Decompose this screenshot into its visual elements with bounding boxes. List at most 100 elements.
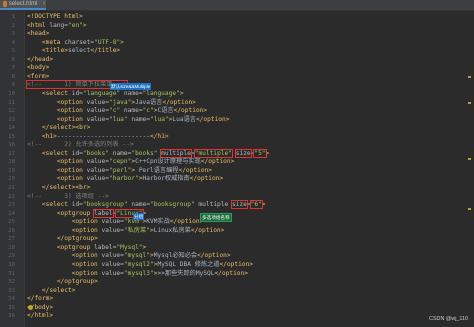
code-line[interactable]: 17 <select id="books" name="books" multi… [0, 148, 474, 158]
token-tag: > [261, 201, 266, 209]
token-tag: <option [56, 158, 83, 166]
code-line[interactable]: 11 <option value="java">Java语言</option> [0, 99, 474, 107]
line-number[interactable]: 12 [0, 107, 15, 115]
line-number[interactable]: 29 [0, 252, 15, 260]
code-line[interactable]: 25 <option value="kvm">KVM实战</option> [0, 218, 474, 226]
token-tag: <option [56, 98, 83, 106]
code-line[interactable]: 26 <option value="私房菜">Linux私房菜</option> [0, 227, 474, 235]
code-line[interactable]: 18 <option value="cepn">C++Cpn设计原理与实现</o… [0, 158, 474, 166]
line-number[interactable]: 11 [0, 99, 15, 107]
token-cmt: <!-- 2) 允许多选的列表 --> [27, 141, 134, 149]
line-number[interactable]: 26 [0, 227, 15, 235]
code-line[interactable]: 36 </html> [0, 312, 474, 320]
token-tag: <optgroup [56, 209, 91, 217]
code-line[interactable]: 9 <!-- 1) 简单下拉菜单 --> [0, 80, 474, 90]
line-number[interactable]: 35 [0, 304, 15, 312]
line-number[interactable]: 31 [0, 270, 15, 278]
code-line[interactable]: 30 <option value="mysql2">MySQL DBA 修炼之道… [0, 261, 474, 269]
code-line[interactable]: 10 <select id="language" name="language"… [0, 90, 474, 98]
code-line[interactable]: 27 </optgroup> [0, 235, 474, 243]
code-line[interactable]: 21 </select><br> [0, 184, 474, 192]
code-line[interactable]: 8 <form> [0, 73, 474, 81]
line-number[interactable]: 16 [0, 141, 15, 149]
code-line[interactable]: 13 <option value="lua" name="lua">Lua语言<… [0, 116, 474, 124]
code-line[interactable]: 15 <h1>-------------------------</h1> [0, 133, 474, 141]
token-tag: </html> [27, 312, 54, 320]
line-number[interactable]: 7 [0, 64, 15, 72]
code-line[interactable]: 24 <optgroup label="Linux"> [0, 208, 474, 218]
token-tag: </optgroup> [56, 235, 98, 243]
token-cmt: <!-- 3) 选项组 --> [27, 192, 109, 200]
line-number[interactable]: 27 [0, 235, 15, 243]
code-line[interactable]: 4 <meta charset="UTF-8"> [0, 39, 474, 47]
line-number[interactable]: 20 [0, 175, 15, 183]
line-number[interactable]: 1 [0, 13, 15, 21]
line-number[interactable]: 5 [0, 47, 15, 55]
code-text: <h1>-------------------------</h1> [27, 133, 169, 141]
token-attr: value [101, 260, 121, 268]
code-line[interactable]: 3 <head> [0, 30, 474, 38]
line-number[interactable]: 4 [0, 39, 15, 47]
code-line[interactable]: 31 <option value="mysql3">>>那些失踪的MySQL</… [0, 270, 474, 278]
line-number[interactable]: 8 [0, 73, 15, 81]
code-line[interactable]: 5 <title>select</title> [0, 47, 474, 55]
line-number[interactable]: 13 [0, 116, 15, 124]
token-val: "multiple" [193, 148, 233, 158]
line-number[interactable]: 15 [0, 133, 15, 141]
code-line[interactable]: 34 </form> [0, 295, 474, 303]
code-line[interactable]: 2 <html lang="en"> [0, 22, 474, 30]
code-line[interactable]: 33 </select> [0, 287, 474, 295]
code-line[interactable]: 14 </select><br> [0, 124, 474, 132]
token-tag: </option> [195, 115, 230, 123]
line-number[interactable]: 34 [0, 295, 15, 303]
code-line[interactable]: 29 <option value="mysql">Mysql必知必会</opti… [0, 252, 474, 260]
code-line[interactable]: 16 <!-- 2) 允许多选的列表 --> [0, 141, 474, 149]
line-number[interactable]: 3 [0, 30, 15, 38]
line-number[interactable]: 19 [0, 167, 15, 175]
code-line[interactable]: 6 </head> [0, 56, 474, 64]
code-text: <head> [27, 30, 49, 38]
close-icon[interactable]: × [42, 1, 46, 7]
code-line[interactable]: 28 <optgroup label="Mysql"> [0, 244, 474, 252]
code-text: <form> [27, 73, 49, 81]
line-number[interactable]: 30 [0, 261, 15, 269]
code-line[interactable]: 23 <select id="booksgroup" name="booksgr… [0, 200, 474, 210]
code-line[interactable]: 20 <option value="harbor">Harbor权威指南</op… [0, 175, 474, 183]
line-number[interactable]: 9 [0, 81, 15, 89]
line-number[interactable]: 2 [0, 22, 15, 30]
line-number[interactable]: 33 [0, 287, 15, 295]
code-line[interactable]: 7 <body> [0, 64, 474, 72]
line-number[interactable]: 23 [0, 201, 15, 209]
line-number[interactable]: 6 [0, 56, 15, 64]
token-val: "language" [142, 89, 180, 97]
token-attr: name [123, 107, 139, 115]
line-number[interactable]: 25 [0, 218, 15, 226]
code-line[interactable]: 32 </optgroup> [0, 278, 474, 286]
code-line[interactable]: 1 <!DOCTYPE html> [0, 13, 474, 21]
marker [468, 76, 471, 78]
token-attr: value [101, 218, 121, 226]
code-editor[interactable]: 1 <!DOCTYPE html> 2 <html lang="en"> 3 <head>… [0, 11, 474, 327]
token-tag: <body> [27, 64, 50, 72]
line-number[interactable]: 18 [0, 158, 15, 166]
code-line[interactable]: 19 <option value="perl"> Perl语言编程</optio… [0, 167, 474, 175]
breakpoint-icon[interactable] [28, 305, 33, 310]
line-number[interactable]: 36 [0, 312, 15, 320]
line-number[interactable]: 32 [0, 278, 15, 286]
line-number[interactable]: 28 [0, 244, 15, 252]
token-tag: <option [71, 218, 98, 226]
line-number[interactable]: 14 [0, 124, 15, 132]
token-tag: </select><br> [41, 184, 91, 191]
line-number[interactable]: 21 [0, 184, 15, 192]
token-tag: <title> [41, 47, 68, 55]
line-number[interactable]: 24 [0, 210, 15, 218]
line-number[interactable]: 10 [0, 90, 15, 98]
code-line[interactable]: 35 </body> [0, 304, 474, 312]
line-number[interactable]: 22 [0, 193, 15, 201]
tab-select-html[interactable]: select.html × [0, 0, 46, 10]
code-line[interactable]: 22 <!-- 3) 选项组 --> [0, 193, 474, 201]
code-line[interactable]: 12 <option value="c" name="c">C语言</optio… [0, 107, 474, 115]
line-number[interactable]: 17 [0, 150, 15, 158]
